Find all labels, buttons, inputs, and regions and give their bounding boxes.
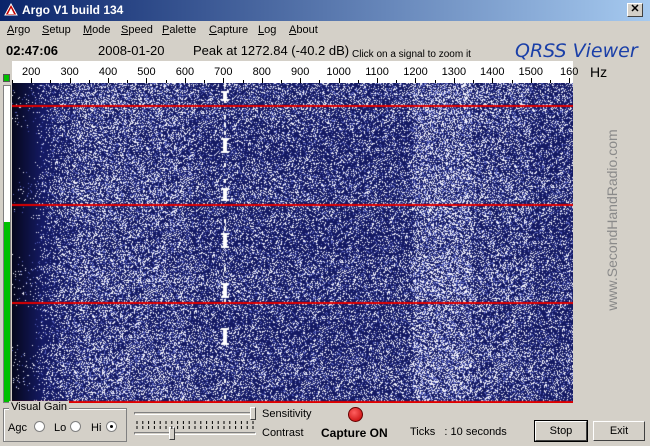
menu-argo[interactable]: Argo [7,24,30,36]
sensitivity-ticks [136,421,254,424]
menu-speed[interactable]: Speed [121,24,153,36]
current-date: 2008-01-20 [98,43,165,58]
menu-mode[interactable]: Mode [83,24,111,36]
contrast-ticks [136,426,254,429]
scale-label: 1100 [365,66,389,78]
lo-radio[interactable] [70,421,81,432]
sensitivity-track [134,412,256,415]
scale-label: 900 [290,66,310,78]
agc-radio[interactable] [34,421,45,432]
menu-about[interactable]: About [289,24,318,36]
brand-watermark: www.SecondHandRadio.com [604,129,620,311]
frequency-scale[interactable]: 200 300 400 500 600 700 800 900 1000 1100 1200 1300… [12,61,578,83]
scale-label: 300 [60,66,79,78]
zoom-hint: Click on a signal to zoom it [352,49,471,60]
visual-gain-title: Visual Gain [9,401,70,413]
menu-log[interactable]: Log [258,24,276,36]
menu-bar: Argo Setup Mode Speed Palette Capture Log About [0,21,650,40]
capture-indicator-icon[interactable] [348,407,363,422]
menu-capture[interactable]: Capture [209,24,248,36]
title-bar[interactable]: Argo V1 build 134 ✕ [0,0,650,21]
frequency-unit: Hz [590,64,608,80]
scale-label: 200 [22,66,41,78]
scale-label: 1200 [403,66,428,78]
signal-level-fill [4,221,10,402]
ticks-interval: Ticks : 10 seconds [410,426,507,438]
menu-setup[interactable]: Setup [42,24,71,36]
scale-label: 400 [98,66,118,78]
waterfall-display[interactable] [12,83,573,403]
exit-button[interactable]: Exit [593,421,645,441]
scale-label: 1000 [326,66,351,78]
hi-radio[interactable] [106,421,117,432]
lo-label: Lo [54,422,67,434]
scale-label: 600 [175,66,195,78]
contrast-track [134,432,256,435]
scale-label: 1500 [518,66,543,78]
scale-label: 500 [137,66,156,78]
contrast-label: Contrast [262,427,304,439]
capture-status: Capture ON [321,426,388,440]
scale-label: 1300 [441,66,467,78]
menu-palette[interactable]: Palette [162,24,196,36]
stop-button[interactable]: Stop [534,420,588,442]
close-button[interactable]: ✕ [627,3,643,17]
hi-label: Hi [91,422,102,434]
clock-time: 02:47:06 [6,43,59,58]
scale-label: 800 [252,66,271,78]
scale-label: 1400 [480,66,505,78]
app-icon [4,3,18,16]
signal-level-meter [3,85,11,403]
scale-label: 160 [559,66,579,78]
sensitivity-slider[interactable] [250,407,256,420]
sensitivity-label: Sensitivity [262,408,312,420]
app-logo-title: QRSS Viewer [515,40,638,62]
window-title: Argo V1 build 134 [22,3,124,17]
scale-label: 700 [214,66,233,78]
agc-label: Agc [8,422,27,434]
peak-readout: Peak at 1272.84 (-40.2 dB) [193,43,350,58]
close-icon: ✕ [630,3,640,15]
meter-indicator [3,74,10,82]
